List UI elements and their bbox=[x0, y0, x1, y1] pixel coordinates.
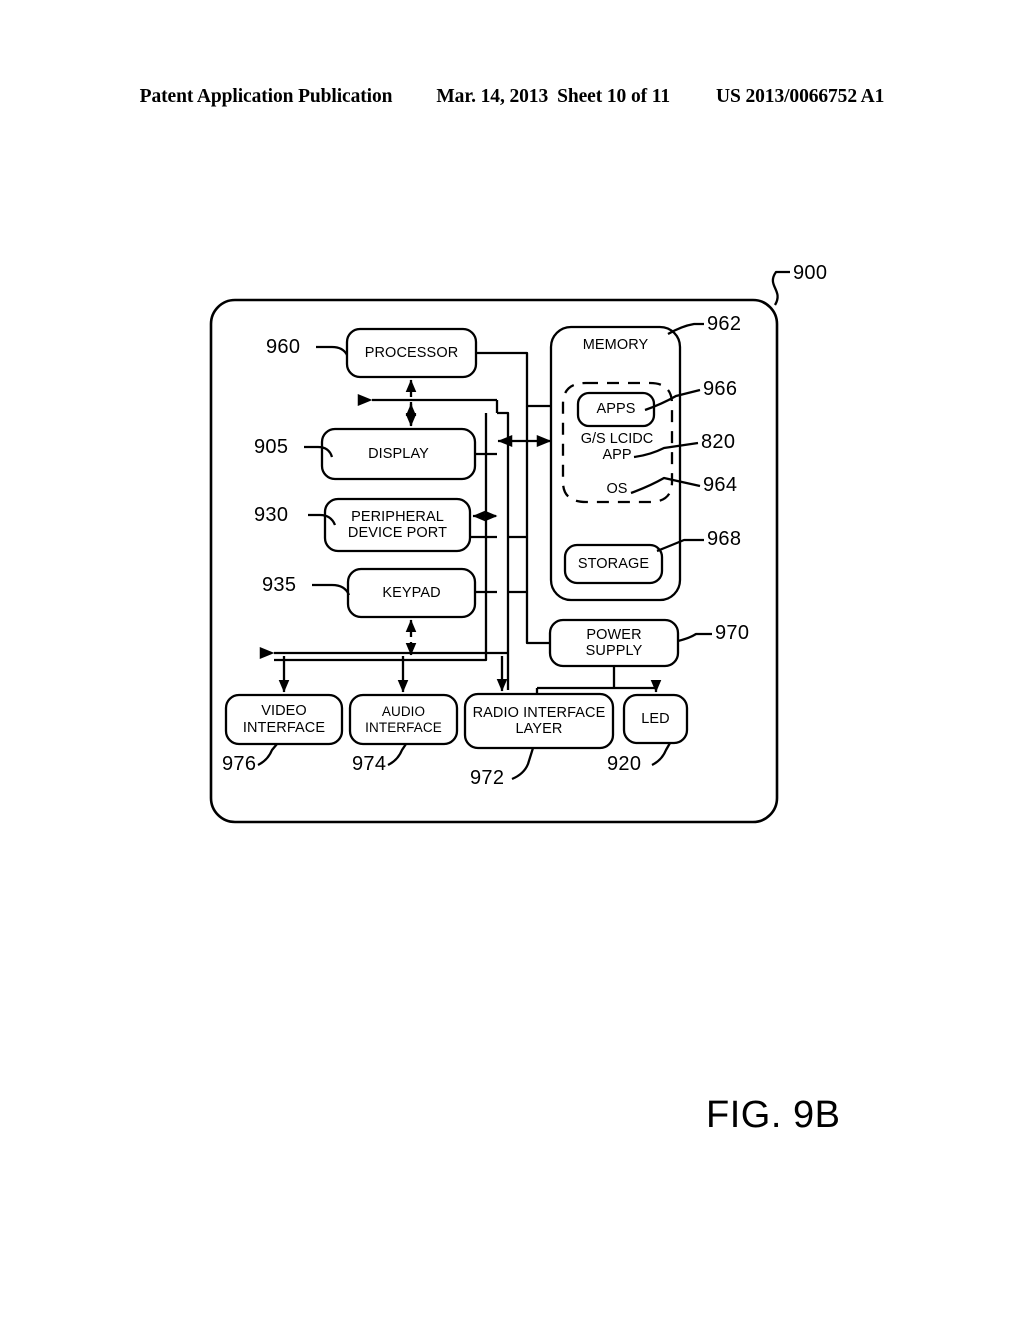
leader-976 bbox=[257, 743, 278, 767]
audio-interface-label-line2: INTERFACE bbox=[365, 719, 442, 735]
power-supply-label: POWER SUPPLY bbox=[550, 620, 678, 666]
figure-9b: PROCESSOR DISPLAY PERIPHERAL DEVICE PORT… bbox=[0, 0, 1024, 1320]
leader-900 bbox=[771, 270, 790, 306]
leader-970 bbox=[677, 632, 712, 643]
video-interface-label-line2: INTERFACE bbox=[242, 719, 326, 736]
led-label: LED bbox=[641, 710, 670, 727]
gs-lcidc-app-label-line2: APP bbox=[602, 447, 632, 464]
power-supply-label-line2: SUPPLY bbox=[585, 643, 643, 659]
peripheral-device-port-label-line2: DEVICE PORT bbox=[347, 525, 448, 541]
ref-972: 972 bbox=[470, 767, 505, 789]
ref-900: 900 bbox=[793, 262, 828, 284]
ref-905: 905 bbox=[254, 436, 289, 458]
video-interface-label: VIDEO INTERFACE bbox=[226, 695, 342, 744]
gs-lcidc-app-label-line1: G/S LCIDC bbox=[580, 431, 654, 447]
leader-974 bbox=[387, 743, 407, 767]
leader-920 bbox=[651, 742, 671, 767]
ref-960: 960 bbox=[266, 336, 301, 358]
leader-960 bbox=[316, 345, 349, 356]
video-interface-label-line1: VIDEO bbox=[261, 703, 307, 720]
ref-930: 930 bbox=[254, 504, 289, 526]
peripheral-device-port-label-line1: PERIPHERAL bbox=[351, 508, 444, 525]
ref-966: 966 bbox=[703, 378, 738, 400]
keypad-label: KEYPAD bbox=[382, 584, 441, 601]
ref-968: 968 bbox=[707, 528, 742, 550]
radio-interface-layer-label: RADIO INTERFACE LAYER bbox=[465, 694, 613, 748]
ref-976: 976 bbox=[222, 753, 257, 775]
wire-processor-to-trunk bbox=[476, 351, 551, 408]
processor-label: PROCESSOR bbox=[364, 344, 459, 361]
peripheral-device-port-label: PERIPHERAL DEVICE PORT bbox=[325, 499, 470, 551]
ref-970: 970 bbox=[715, 622, 750, 644]
audio-interface-label: AUDIO INTERFACE bbox=[350, 695, 457, 744]
ref-935: 935 bbox=[262, 574, 297, 596]
ref-820: 820 bbox=[701, 431, 736, 453]
ref-920: 920 bbox=[607, 753, 642, 775]
leader-972 bbox=[511, 747, 535, 781]
audio-interface-label-line1: AUDIO bbox=[381, 704, 426, 720]
ref-964: 964 bbox=[703, 474, 738, 496]
ref-974: 974 bbox=[352, 753, 387, 775]
storage-label: STORAGE bbox=[577, 555, 650, 572]
radio-interface-layer-label-line2: LAYER bbox=[515, 721, 563, 737]
ref-962: 962 bbox=[707, 313, 742, 335]
power-supply-label-line1: POWER bbox=[586, 626, 642, 643]
memory-label: MEMORY bbox=[582, 336, 649, 353]
radio-interface-layer-label-line1: RADIO INTERFACE bbox=[472, 704, 606, 721]
gs-lcidc-app-label: G/S LCIDC APP bbox=[561, 431, 673, 463]
wire-trunk-b bbox=[497, 411, 510, 690]
leader-935 bbox=[312, 583, 351, 596]
display-label: DISPLAY bbox=[368, 445, 429, 462]
os-label: OS bbox=[606, 481, 628, 497]
figure-line-art bbox=[209, 270, 790, 824]
figure-caption: FIG. 9B bbox=[706, 1094, 841, 1136]
apps-label: APPS bbox=[596, 401, 636, 418]
